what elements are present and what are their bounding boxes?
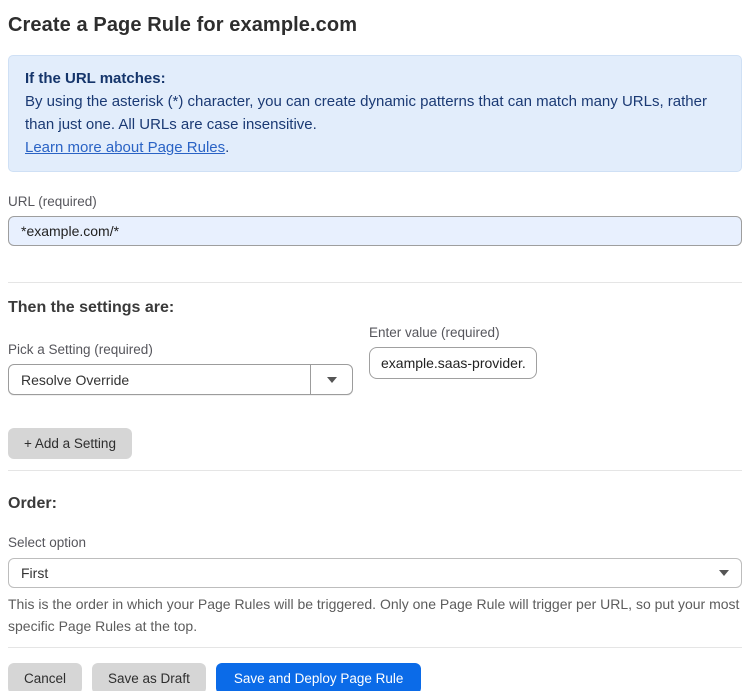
url-field-label: URL (required) [8, 194, 97, 209]
chevron-down-icon [719, 570, 729, 576]
order-section-heading: Order: [8, 495, 57, 512]
order-select-label: Select option [8, 535, 87, 550]
divider [8, 282, 742, 283]
order-help-text: This is the order in which your Page Rul… [8, 596, 740, 634]
page-rule-form: Create a Page Rule for example.com If th… [0, 0, 750, 691]
learn-more-link[interactable]: Learn more about Page Rules [25, 139, 225, 156]
setting-dropdown[interactable]: Resolve Override [8, 364, 353, 395]
divider [8, 647, 742, 648]
info-box-heading: If the URL matches: [25, 70, 166, 87]
save-and-deploy-button[interactable]: Save and Deploy Page Rule [215, 663, 422, 691]
chevron-down-icon [326, 376, 337, 383]
setting-value-column: Enter value (required) [369, 317, 537, 379]
cancel-button[interactable]: Cancel [8, 663, 83, 691]
url-matches-info-box: If the URL matches: By using the asteris… [8, 55, 742, 172]
settings-section-heading: Then the settings are: [8, 299, 175, 316]
setting-picker-column: Pick a Setting (required) Resolve Overri… [8, 317, 353, 395]
settings-row: Pick a Setting (required) Resolve Overri… [8, 317, 742, 395]
link-suffix: . [225, 139, 230, 156]
save-as-draft-button[interactable]: Save as Draft [92, 663, 206, 691]
setting-value-label: Enter value (required) [369, 325, 500, 340]
setting-dropdown-value: Resolve Override [21, 371, 130, 388]
setting-picker-label: Pick a Setting (required) [8, 342, 153, 357]
setting-value-input[interactable] [369, 347, 537, 379]
info-box-body: By using the asterisk (*) character, you… [25, 93, 707, 133]
add-setting-button[interactable]: + Add a Setting [8, 428, 132, 459]
footer-button-row: Cancel Save as Draft Save and Deploy Pag… [8, 663, 742, 691]
divider [8, 470, 742, 471]
page-title: Create a Page Rule for example.com [8, 14, 358, 36]
order-select[interactable]: First [8, 558, 742, 588]
url-input[interactable] [8, 216, 742, 246]
order-select-value: First [21, 565, 49, 581]
setting-dropdown-arrow-button[interactable] [310, 365, 352, 394]
